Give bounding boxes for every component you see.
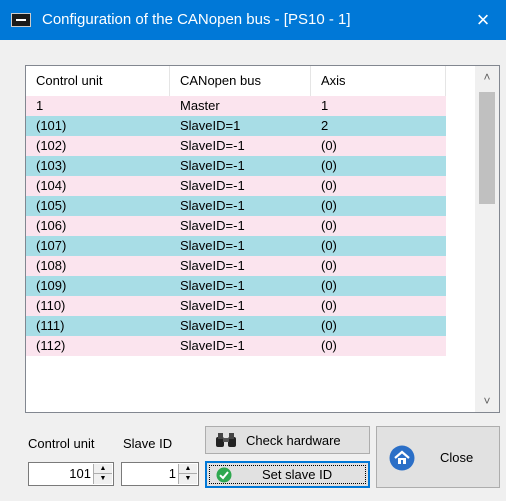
cell-canopen-bus[interactable]: SlaveID=-1	[170, 316, 310, 336]
binoculars-icon	[216, 433, 236, 447]
cell-axis[interactable]: (0)	[311, 236, 446, 256]
scroll-up-icon[interactable]: ˄	[475, 66, 499, 88]
set-slave-id-label: Set slave ID	[262, 467, 333, 482]
table-row[interactable]: (102) SlaveID=-1 (0)	[26, 136, 476, 156]
cell-axis[interactable]: (0)	[311, 136, 446, 156]
cell-control-unit[interactable]: (110)	[26, 296, 156, 316]
slave-id-value[interactable]: 1	[169, 466, 176, 481]
cell-axis[interactable]: (0)	[311, 316, 446, 336]
cell-control-unit[interactable]: (102)	[26, 136, 156, 156]
table-row[interactable]: (101) SlaveID=1 2	[26, 116, 476, 136]
slave-id-stepper[interactable]: 1 ▲ ▼	[121, 462, 199, 486]
cell-axis[interactable]: 2	[311, 116, 446, 136]
table-row[interactable]: 1 Master 1	[26, 96, 476, 116]
table-row[interactable]: (104) SlaveID=-1 (0)	[26, 176, 476, 196]
cell-axis[interactable]: (0)	[311, 296, 446, 316]
window-title: Configuration of the CANopen bus - [PS10…	[42, 11, 351, 28]
spin-down-icon[interactable]: ▼	[94, 474, 112, 484]
cell-canopen-bus[interactable]: SlaveID=-1	[170, 256, 310, 276]
cell-axis[interactable]: 1	[311, 96, 446, 116]
cell-control-unit[interactable]: (105)	[26, 196, 156, 216]
table-row[interactable]: (107) SlaveID=-1 (0)	[26, 236, 476, 256]
cell-control-unit[interactable]: (112)	[26, 336, 156, 356]
grid-rows: 1 Master 1 (101) SlaveID=1 2 (102) SlaveID=-1 (0…	[26, 96, 476, 356]
cell-control-unit[interactable]: (111)	[26, 316, 156, 336]
scroll-down-icon[interactable]: ˅	[475, 390, 499, 412]
home-icon	[389, 445, 415, 471]
cell-control-unit[interactable]: (109)	[26, 276, 156, 296]
cell-axis[interactable]: (0)	[311, 176, 446, 196]
column-header-canopen-bus[interactable]: CANopen bus	[170, 66, 311, 96]
slave-id-spin-buttons[interactable]: ▲ ▼	[178, 464, 197, 484]
spin-down-icon[interactable]: ▼	[179, 474, 197, 484]
cell-control-unit[interactable]: (103)	[26, 156, 156, 176]
column-header-axis[interactable]: Axis	[311, 66, 446, 96]
cell-canopen-bus[interactable]: SlaveID=-1	[170, 236, 310, 256]
title-bar[interactable]: Configuration of the CANopen bus - [PS10…	[0, 0, 506, 40]
spin-up-icon[interactable]: ▲	[179, 464, 197, 474]
cell-canopen-bus[interactable]: SlaveID=-1	[170, 336, 310, 356]
control-unit-value[interactable]: 101	[69, 466, 91, 481]
control-unit-spin-buttons[interactable]: ▲ ▼	[93, 464, 112, 484]
config-window: Configuration of the CANopen bus - [PS10…	[0, 0, 506, 501]
table-row[interactable]: (110) SlaveID=-1 (0)	[26, 296, 476, 316]
cell-control-unit[interactable]: (107)	[26, 236, 156, 256]
control-unit-stepper[interactable]: 101 ▲ ▼	[28, 462, 114, 486]
cell-axis[interactable]: (0)	[311, 216, 446, 236]
cell-canopen-bus[interactable]: SlaveID=-1	[170, 196, 310, 216]
cell-axis[interactable]: (0)	[311, 256, 446, 276]
table-row[interactable]: (106) SlaveID=-1 (0)	[26, 216, 476, 236]
table-row[interactable]: (105) SlaveID=-1 (0)	[26, 196, 476, 216]
cell-axis[interactable]: (0)	[311, 276, 446, 296]
cell-canopen-bus[interactable]: SlaveID=-1	[170, 136, 310, 156]
cell-control-unit[interactable]: (108)	[26, 256, 156, 276]
control-unit-label: Control unit	[28, 436, 95, 451]
set-slave-id-button[interactable]: Set slave ID	[205, 461, 370, 488]
cell-canopen-bus[interactable]: SlaveID=1	[170, 116, 310, 136]
table-row[interactable]: (103) SlaveID=-1 (0)	[26, 156, 476, 176]
spin-up-icon[interactable]: ▲	[94, 464, 112, 474]
cell-canopen-bus[interactable]: Master	[170, 96, 310, 116]
column-header-control-unit[interactable]: Control unit	[26, 66, 170, 96]
check-hardware-button[interactable]: Check hardware	[205, 426, 370, 454]
close-window-button[interactable]: ×	[460, 0, 506, 40]
cell-control-unit[interactable]: (104)	[26, 176, 156, 196]
check-hardware-label: Check hardware	[246, 433, 341, 448]
slave-id-label: Slave ID	[123, 436, 173, 451]
cell-canopen-bus[interactable]: SlaveID=-1	[170, 296, 310, 316]
cell-axis[interactable]: (0)	[311, 336, 446, 356]
grid-header: Control unit CANopen bus Axis	[26, 66, 476, 97]
cell-control-unit[interactable]: 1	[26, 96, 156, 116]
table-row[interactable]: (112) SlaveID=-1 (0)	[26, 336, 476, 356]
cell-axis[interactable]: (0)	[311, 156, 446, 176]
app-icon	[11, 13, 31, 27]
canopen-grid[interactable]: Control unit CANopen bus Axis 1 Master 1 (1…	[25, 65, 500, 413]
table-row[interactable]: (111) SlaveID=-1 (0)	[26, 316, 476, 336]
cell-control-unit[interactable]: (101)	[26, 116, 156, 136]
cell-canopen-bus[interactable]: SlaveID=-1	[170, 176, 310, 196]
cell-canopen-bus[interactable]: SlaveID=-1	[170, 276, 310, 296]
cell-control-unit[interactable]: (106)	[26, 216, 156, 236]
scroll-thumb[interactable]	[479, 92, 495, 204]
cell-canopen-bus[interactable]: SlaveID=-1	[170, 216, 310, 236]
close-button[interactable]: Close	[376, 426, 500, 488]
vertical-scrollbar[interactable]: ˄ ˅	[475, 66, 499, 412]
cell-axis[interactable]: (0)	[311, 196, 446, 216]
close-label: Close	[440, 450, 474, 465]
check-icon	[216, 467, 232, 483]
table-row[interactable]: (108) SlaveID=-1 (0)	[26, 256, 476, 276]
table-row[interactable]: (109) SlaveID=-1 (0)	[26, 276, 476, 296]
cell-canopen-bus[interactable]: SlaveID=-1	[170, 156, 310, 176]
